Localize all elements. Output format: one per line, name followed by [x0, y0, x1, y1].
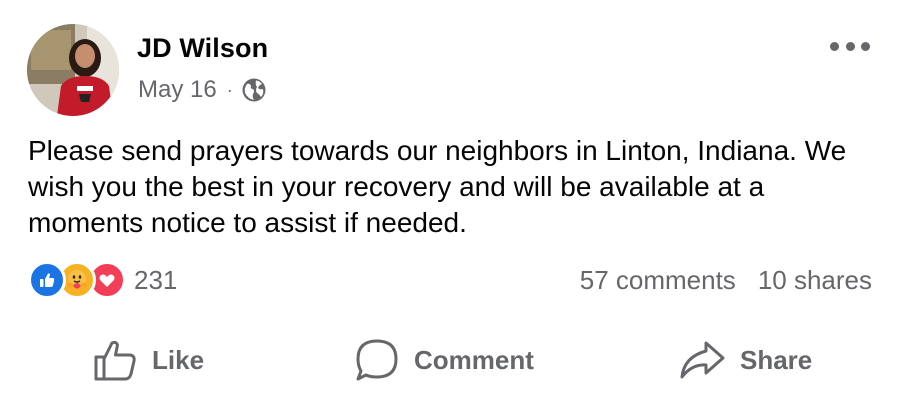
share-button[interactable]: Share	[678, 332, 812, 388]
like-button[interactable]: Like	[92, 332, 204, 388]
comment-bubble-icon	[356, 339, 398, 381]
globe-icon[interactable]	[241, 77, 267, 103]
thumbs-up-icon	[94, 340, 136, 381]
shares-count-link[interactable]: 10 shares	[758, 265, 872, 296]
engagement-stats: 57 comments 10 shares	[580, 265, 872, 296]
share-button-label: Share	[740, 344, 813, 375]
reactions-summary[interactable]: 231	[28, 261, 177, 299]
more-dot	[861, 41, 870, 51]
post-text: Please send prayers towards our neighbor…	[28, 135, 847, 238]
more-options-icon[interactable]	[830, 36, 870, 56]
comments-count-link[interactable]: 57 comments	[580, 265, 736, 296]
meta-separator: ·	[226, 79, 233, 100]
like-button-label: Like	[152, 344, 205, 375]
comment-button-label: Comment	[414, 344, 534, 375]
reaction-count: 231	[134, 264, 178, 295]
comment-button[interactable]: Comment	[354, 332, 534, 388]
more-dot	[845, 41, 855, 51]
post-meta: May 16 ·	[138, 76, 267, 104]
author-name[interactable]: JD Wilson	[137, 33, 268, 64]
author-avatar[interactable]	[27, 24, 119, 116]
post-date[interactable]: May 16	[138, 76, 217, 104]
action-bar: Like Comment Share	[0, 332, 900, 388]
facebook-post: JD Wilson May 16 · Please send prayers t…	[0, 0, 900, 404]
share-arrow-icon	[680, 341, 725, 379]
like-reaction-icon	[28, 261, 66, 299]
more-dot	[830, 41, 839, 51]
